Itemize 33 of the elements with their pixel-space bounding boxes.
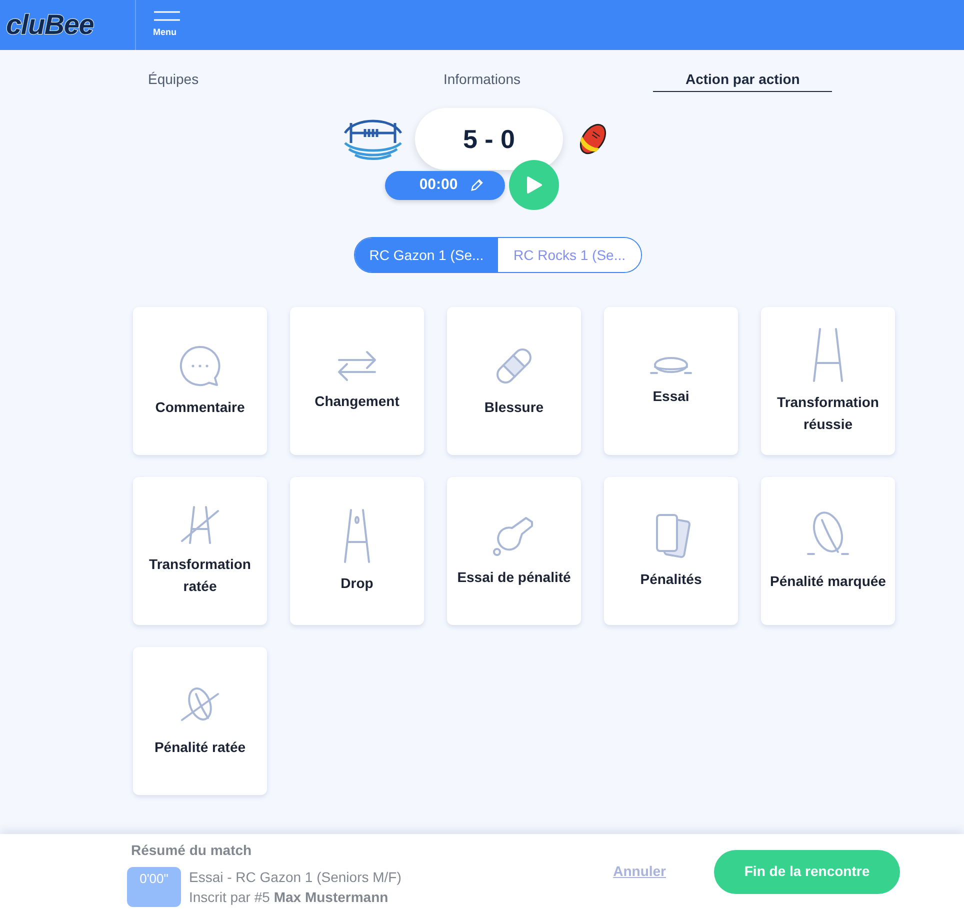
action-card[interactable]: Pénalités bbox=[604, 477, 738, 625]
section-title: Résumé du match bbox=[131, 841, 253, 860]
tab[interactable]: Équipes bbox=[130, 68, 365, 92]
action-card[interactable]: Commentaire bbox=[133, 307, 267, 455]
menu-icon bbox=[153, 10, 181, 21]
action-card[interactable]: Essai de pénalité bbox=[447, 477, 581, 625]
swap-arrows-icon bbox=[335, 350, 379, 382]
action-card[interactable]: Essai bbox=[604, 307, 738, 455]
action-card[interactable]: Transformation ratée bbox=[133, 477, 267, 625]
author-text: Inscrit par #5 Max Mustermann bbox=[189, 888, 390, 907]
event-text: Essai - RC Gazon 1 (Seniors M/F) bbox=[189, 868, 402, 887]
action-card[interactable]: Pénalité marquée bbox=[761, 477, 895, 625]
score-display: 5 - 0 bbox=[415, 108, 563, 170]
logo[interactable]: cluBee bbox=[6, 11, 94, 39]
team-logo bbox=[341, 117, 405, 161]
speech-bubble-icon bbox=[178, 344, 222, 388]
crossed-goal-posts-icon bbox=[178, 505, 222, 545]
rugby-ball-icon bbox=[649, 355, 693, 377]
play-icon bbox=[526, 176, 542, 194]
play-button[interactable] bbox=[509, 160, 559, 210]
tab[interactable]: Action par action bbox=[653, 68, 832, 92]
action-card[interactable]: Pénalité ratée bbox=[133, 647, 267, 795]
team-toggle[interactable]: RC Gazon 1 (Se... bbox=[355, 238, 498, 272]
action-card[interactable]: Changement bbox=[290, 307, 424, 455]
time-badge: 0'00" bbox=[127, 867, 181, 907]
action-card[interactable]: Transformation réussie bbox=[761, 307, 895, 455]
menu-button[interactable]: Menu bbox=[153, 0, 181, 50]
action-card[interactable]: Blessure bbox=[447, 307, 581, 455]
action-card[interactable]: Drop bbox=[290, 477, 424, 625]
whistle-icon bbox=[492, 514, 536, 558]
pencil-icon bbox=[470, 178, 483, 192]
timer-button[interactable]: 00:00 bbox=[385, 170, 505, 200]
tab[interactable]: Informations bbox=[364, 68, 600, 92]
